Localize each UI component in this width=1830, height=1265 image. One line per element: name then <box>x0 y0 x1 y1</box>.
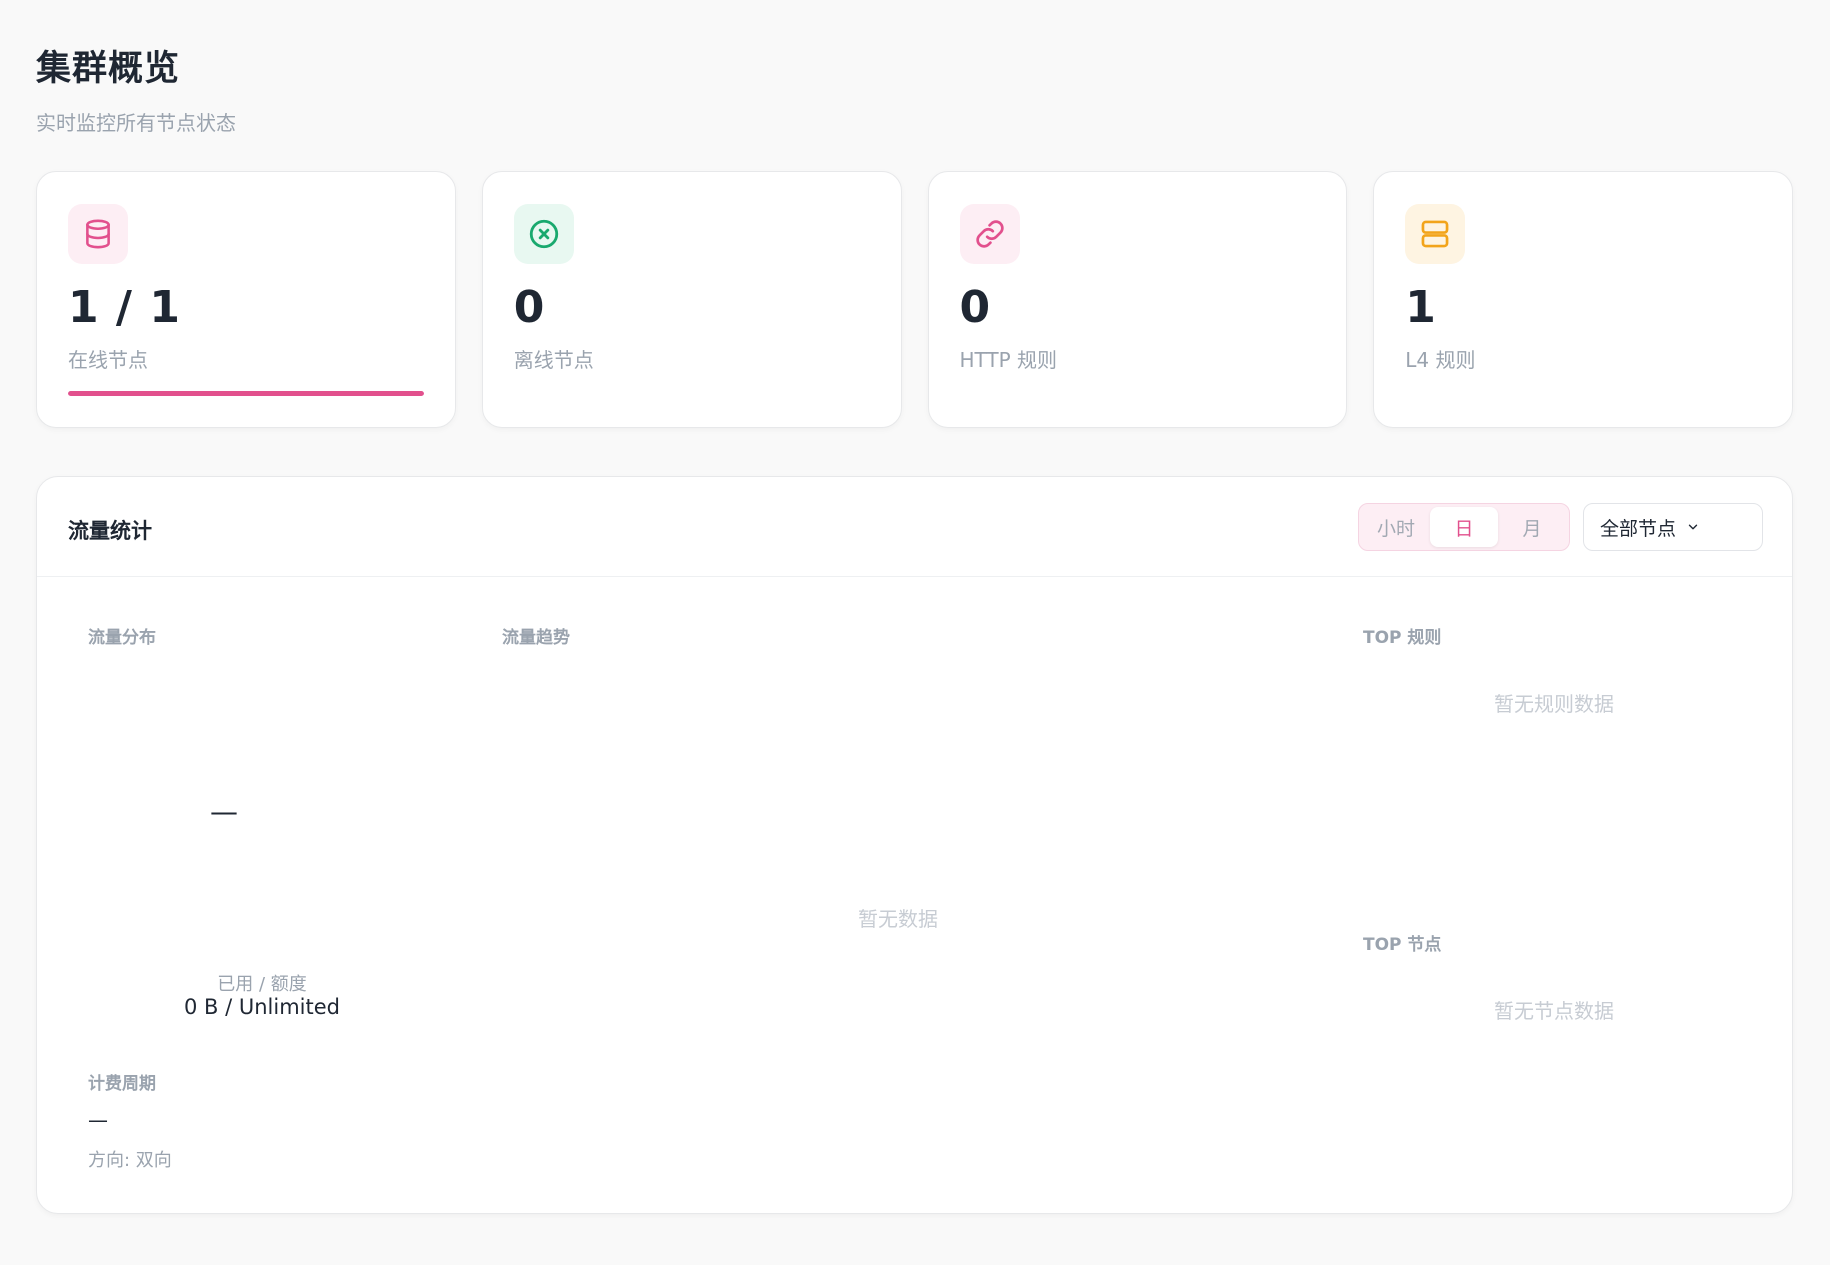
node-select-value: 全部节点 <box>1600 517 1677 540</box>
database-icon <box>68 204 128 264</box>
traffic-trend-label: 流量趋势 <box>502 628 570 648</box>
top-nodes-empty-text: 暂无节点数据 <box>1494 999 1614 1023</box>
usage-caption: 已用 / 额度 <box>217 974 307 995</box>
panel-title: 流量统计 <box>68 519 152 543</box>
stat-value: 1 <box>1405 282 1437 333</box>
top-nodes-label: TOP 节点 <box>1363 935 1442 955</box>
chevron-down-icon <box>1688 524 1698 530</box>
online-progress-fill <box>68 391 424 396</box>
stat-card-offline-nodes: 0 离线节点 <box>481 171 902 428</box>
billing-period-label: 计费周期 <box>88 1074 156 1094</box>
range-day-button[interactable]: 日 <box>1430 507 1498 547</box>
stat-label: L4 规则 <box>1405 348 1476 373</box>
server-icon <box>1405 204 1466 264</box>
link-icon <box>959 204 1020 264</box>
stat-card-l4-rules: 1 L4 规则 <box>1373 171 1793 428</box>
trend-empty-text: 暂无数据 <box>858 907 938 931</box>
stat-card-http-rules: 0 HTTP 规则 <box>927 171 1348 428</box>
x-circle-icon <box>513 204 574 264</box>
stat-card-online-nodes: 1 / 1 在线节点 <box>36 171 456 428</box>
stat-value: 1 / 1 <box>68 282 181 333</box>
traffic-stats-panel: 流量统计 小时 日 月 全部节点 <box>36 476 1793 1214</box>
node-select[interactable]: 全部节点 <box>1583 503 1763 551</box>
top-rules-label: TOP 规则 <box>1363 628 1442 648</box>
page-header: 集群概览 实时监控所有节点状态 <box>36 40 236 136</box>
page-title: 集群概览 <box>36 49 181 89</box>
time-range-toggle: 小时 日 月 <box>1358 503 1570 551</box>
online-progress-bar <box>68 391 424 396</box>
stat-label: 离线节点 <box>513 348 594 373</box>
page-subtitle: 实时监控所有节点状态 <box>36 111 236 135</box>
billing-period-value: — <box>88 1108 108 1132</box>
stat-cards: 1 / 1 在线节点 0 离线节点 0 HTTP 规则 1 L4 规则 <box>36 171 1793 428</box>
billing-direction: 方向: 双向 <box>88 1150 172 1171</box>
stat-label: HTTP 规则 <box>959 348 1058 373</box>
stat-value: 0 <box>959 282 992 333</box>
usage-value: 0 B / Unlimited <box>184 995 340 1019</box>
top-rules-empty-text: 暂无规则数据 <box>1494 692 1614 716</box>
stat-label: 在线节点 <box>68 348 148 373</box>
range-hour-button[interactable]: 小时 <box>1362 507 1430 547</box>
cluster-overview-page: 集群概览 实时监控所有节点状态 1 / 1 在线节点 0 离线节点 0 HTTP… <box>0 0 1830 1265</box>
traffic-distribution-label: 流量分布 <box>88 628 156 648</box>
range-month-button[interactable]: 月 <box>1498 507 1566 547</box>
distribution-center-value: — <box>210 795 238 828</box>
stat-value: 0 <box>513 282 546 333</box>
panel-header: 流量统计 小时 日 月 全部节点 <box>37 477 1792 577</box>
